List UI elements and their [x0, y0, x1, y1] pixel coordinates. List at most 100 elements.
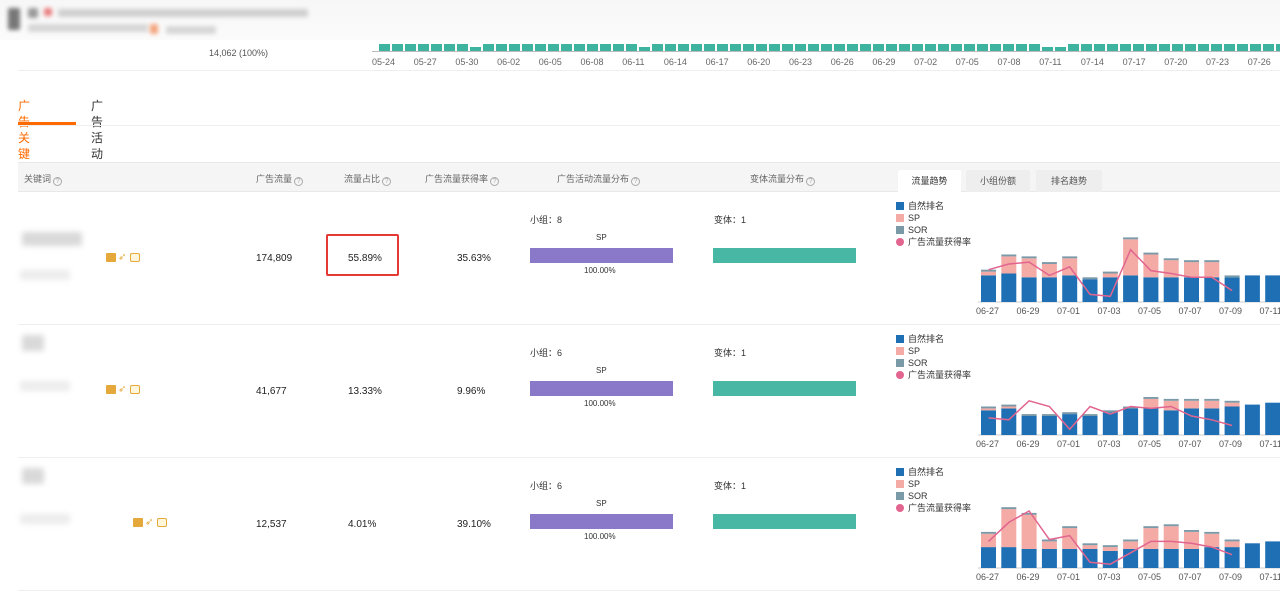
timeline-bar — [704, 44, 715, 51]
bar-sp — [981, 271, 996, 276]
sp-distribution-bar[interactable] — [530, 248, 673, 263]
legend-item[interactable]: 广告流量获得率 — [896, 369, 971, 381]
bar-organic — [1102, 412, 1118, 435]
traffic-trend-chart[interactable]: 06-27 06-29 07-01 07-03 07-05 07-07 07-09 07-11 — [976, 232, 1280, 324]
x-tick-label: 07-07 — [1179, 439, 1202, 449]
legend-item[interactable]: 广告流量获得率 — [896, 236, 971, 248]
badge-icon[interactable] — [130, 252, 140, 262]
sp-distribution-bar[interactable] — [530, 381, 673, 396]
ad-traffic-value: 12,537 — [256, 519, 287, 530]
timeline-bar — [457, 44, 468, 51]
legend-item[interactable]: SOR — [896, 357, 971, 369]
sp-percent: 100.00% — [584, 266, 616, 275]
badge-icon[interactable] — [157, 517, 167, 527]
legend-label: 广告流量获得率 — [908, 237, 972, 247]
legend-item[interactable]: 广告流量获得率 — [896, 502, 971, 514]
legend-item[interactable]: SOR — [896, 490, 971, 502]
timeline-bar — [1159, 44, 1170, 51]
timeline-bar — [1081, 44, 1092, 51]
blurred-block — [28, 24, 148, 32]
x-tick-label: 07-03 — [1098, 439, 1121, 449]
header-campaign-dist-label: 广告活动流量分布 — [557, 174, 630, 184]
bar-sp — [1143, 398, 1159, 409]
rocket-icon[interactable]: ➶ — [145, 517, 155, 527]
help-icon[interactable]: ? — [53, 177, 63, 186]
variant-distribution-bar[interactable] — [713, 514, 856, 529]
tab-traffic-trend[interactable]: 流量趋势 — [898, 170, 961, 192]
x-tick-label: 07-03 — [1098, 306, 1121, 316]
timeline-bar — [743, 44, 754, 51]
timeline-bar — [626, 44, 637, 51]
folder-icon[interactable] — [106, 252, 116, 262]
timeline-bar — [951, 44, 962, 51]
tab-ad-campaigns[interactable]: 广告活动 — [91, 98, 103, 162]
timeline-bar — [1250, 44, 1261, 51]
bar-sor — [1163, 258, 1179, 261]
folder-icon[interactable] — [133, 517, 143, 527]
badge-icon[interactable] — [130, 384, 140, 394]
legend-item[interactable]: 自然排名 — [896, 466, 971, 478]
x-tick-label: 07-01 — [1057, 439, 1080, 449]
help-icon[interactable]: ? — [490, 177, 500, 186]
variant-distribution-bar[interactable] — [713, 248, 856, 263]
bar-sor — [981, 269, 996, 272]
timeline-bar — [535, 44, 546, 51]
legend-item[interactable]: SOR — [896, 224, 971, 236]
timeline-date-label: 07-11 — [1039, 57, 1062, 67]
bar-organic — [1265, 275, 1280, 302]
legend-label: SOR — [908, 225, 928, 235]
bar-sp — [1062, 528, 1078, 549]
timeline-date-label: 06-29 — [872, 57, 896, 67]
help-icon[interactable]: ? — [806, 177, 816, 186]
header-ad-traffic-label: 广告流量 — [256, 174, 293, 184]
legend-item[interactable]: 自然排名 — [896, 200, 971, 212]
help-icon[interactable]: ? — [631, 177, 641, 186]
legend-item[interactable]: SP — [896, 478, 971, 490]
group-label: 小组： — [530, 348, 558, 358]
rocket-icon[interactable]: ➶ — [118, 384, 128, 394]
variant-count: 变体：1 — [714, 479, 746, 492]
bar-sp — [1204, 400, 1220, 409]
x-tick-label: 07-07 — [1179, 306, 1202, 316]
bar-organic — [1224, 277, 1240, 302]
ad-share-rate-value: 9.96% — [457, 386, 486, 397]
tab-group-share[interactable]: 小组份额 — [966, 170, 1030, 192]
bar-sor — [1041, 414, 1057, 416]
folder-icon[interactable] — [106, 384, 116, 394]
sp-label: SP — [596, 233, 607, 242]
x-tick-label: 07-05 — [1138, 572, 1161, 582]
tab-rank-trend[interactable]: 排名趋势 — [1036, 170, 1102, 192]
timeline-bar — [964, 44, 975, 51]
traffic-trend-chart[interactable]: 06-27 06-29 07-01 07-03 07-05 07-07 07-09 07-11 — [976, 498, 1280, 590]
legend-label: 自然排名 — [908, 334, 945, 344]
bar-organic — [1001, 408, 1017, 435]
bar-sor — [1163, 398, 1179, 401]
timeline-bar — [1016, 44, 1027, 51]
legend-item[interactable]: 自然排名 — [896, 333, 971, 345]
legend-swatch — [896, 347, 904, 355]
bar-organic — [1041, 416, 1057, 435]
help-icon[interactable]: ? — [294, 177, 304, 186]
highlight-box — [326, 234, 399, 276]
timeline-bar — [730, 44, 741, 51]
bar-organic — [1143, 277, 1159, 302]
timeline-bar — [1211, 44, 1222, 51]
blurred-block — [28, 8, 38, 18]
bar-organic — [1244, 543, 1260, 568]
bar-sor — [981, 406, 996, 409]
bar-sp — [981, 408, 996, 411]
x-tick-label: 07-07 — [1179, 572, 1202, 582]
variant-distribution-bar[interactable] — [713, 381, 856, 396]
header-ad-share-rate: 广告流量获得率? — [425, 172, 500, 186]
traffic-trend-chart[interactable]: 06-27 06-29 07-01 07-03 07-05 07-07 07-09 07-11 — [976, 365, 1280, 457]
legend-label: SP — [908, 479, 921, 489]
help-icon[interactable]: ? — [382, 177, 392, 186]
legend-item[interactable]: SP — [896, 345, 971, 357]
timeline-date-label: 06-02 — [497, 57, 521, 67]
rocket-icon[interactable]: ➶ — [118, 252, 128, 262]
traffic-share-value: 4.01% — [348, 519, 377, 530]
legend-item[interactable]: SP — [896, 212, 971, 224]
legend-swatch — [896, 335, 904, 343]
timeline-bar — [379, 44, 390, 51]
sp-distribution-bar[interactable] — [530, 514, 673, 529]
